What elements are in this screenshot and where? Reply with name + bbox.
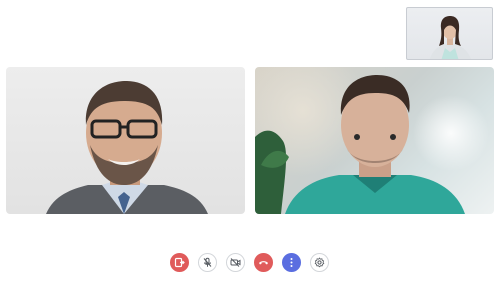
- more-options-button[interactable]: [282, 252, 301, 272]
- call-controls-toolbar: [170, 252, 329, 272]
- camera-toggle-button[interactable]: [226, 252, 245, 272]
- self-view[interactable]: [406, 7, 493, 60]
- camera-off-icon: [230, 257, 241, 267]
- end-call-icon: [259, 260, 268, 264]
- self-avatar-video: [429, 16, 472, 59]
- end-call-button[interactable]: [254, 252, 273, 272]
- microphone-off-icon: [203, 257, 212, 267]
- mute-button[interactable]: [198, 252, 217, 272]
- participant-tile-2[interactable]: [255, 67, 494, 214]
- settings-icon: [314, 256, 325, 267]
- participant-video-man-glasses: [46, 81, 208, 214]
- share-screen-button[interactable]: [170, 252, 189, 272]
- share-screen-icon: [174, 257, 185, 267]
- participant-video-man-teal-shirt: [255, 75, 465, 214]
- settings-button[interactable]: [310, 252, 329, 272]
- more-options-icon: [290, 257, 293, 267]
- participant-tile-1[interactable]: [6, 67, 245, 214]
